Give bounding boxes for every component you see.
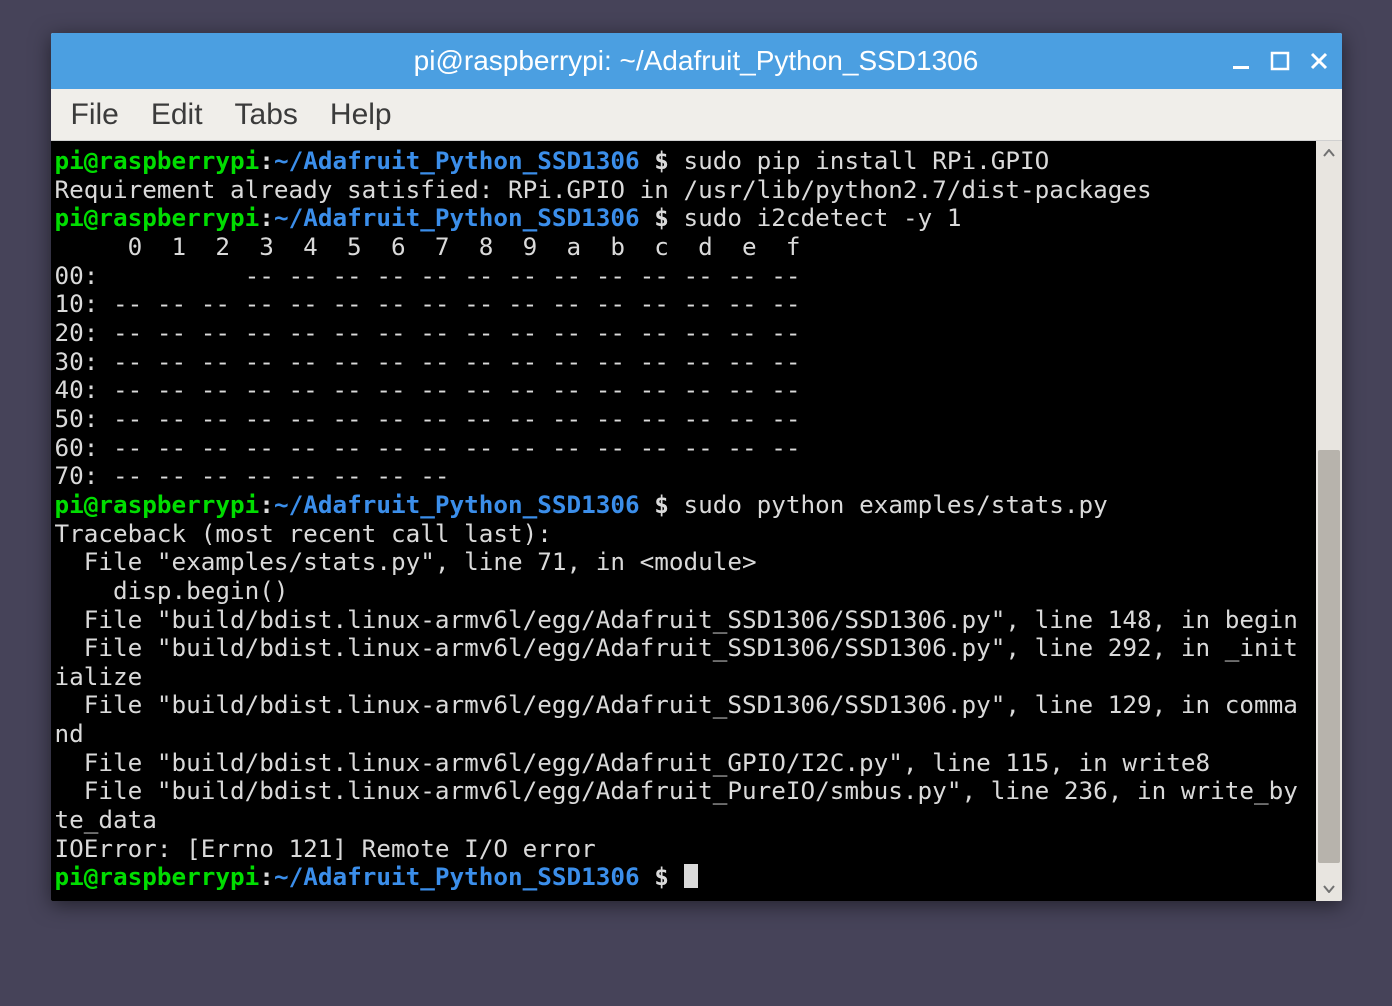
titlebar[interactable]: pi@raspberrypi: ~/Adafruit_Python_SSD130… [51, 33, 1342, 89]
command-1: sudo pip install RPi.GPIO [684, 146, 1050, 175]
traceback-line: Traceback (most recent call last): [55, 519, 552, 548]
prompt-dollar: $ [640, 490, 684, 519]
i2c-header: 0 1 2 3 4 5 6 7 8 9 a b c d e f [55, 232, 801, 261]
traceback-line: File "examples/stats.py", line 71, in <m… [55, 547, 757, 576]
menu-tabs[interactable]: Tabs [223, 94, 310, 136]
traceback-line: File "build/bdist.linux-armv6l/egg/Adafr… [55, 633, 1298, 691]
i2c-row: 60: -- -- -- -- -- -- -- -- -- -- -- -- … [55, 433, 816, 462]
prompt-user: pi@raspberrypi [55, 490, 260, 519]
prompt-dollar: $ [640, 203, 684, 232]
cursor [684, 864, 698, 888]
window-controls [1230, 33, 1330, 89]
maximize-icon[interactable] [1270, 51, 1290, 71]
prompt-colon: : [259, 490, 274, 519]
prompt-dollar: $ [640, 862, 684, 891]
prompt-path: ~/Adafruit_Python_SSD1306 [274, 146, 640, 175]
menu-edit[interactable]: Edit [139, 94, 215, 136]
traceback-line: IOError: [Errno 121] Remote I/O error [55, 834, 596, 863]
traceback-line: File "build/bdist.linux-armv6l/egg/Adafr… [55, 776, 1298, 834]
i2c-row: 50: -- -- -- -- -- -- -- -- -- -- -- -- … [55, 404, 816, 433]
traceback-line: File "build/bdist.linux-armv6l/egg/Adafr… [55, 690, 1298, 748]
prompt-dollar: $ [640, 146, 684, 175]
prompt-colon: : [259, 203, 274, 232]
prompt-path: ~/Adafruit_Python_SSD1306 [274, 490, 640, 519]
prompt-user: pi@raspberrypi [55, 203, 260, 232]
prompt-path: ~/Adafruit_Python_SSD1306 [274, 203, 640, 232]
prompt-user: pi@raspberrypi [55, 146, 260, 175]
terminal-wrapper: pi@raspberrypi:~/Adafruit_Python_SSD1306… [51, 141, 1342, 901]
scroll-down-icon[interactable] [1316, 877, 1342, 901]
prompt-colon: : [259, 862, 274, 891]
menu-help[interactable]: Help [318, 94, 404, 136]
scroll-up-icon[interactable] [1316, 141, 1342, 165]
i2c-row: 30: -- -- -- -- -- -- -- -- -- -- -- -- … [55, 347, 816, 376]
scroll-thumb[interactable] [1318, 450, 1340, 863]
window-title: pi@raspberrypi: ~/Adafruit_Python_SSD130… [414, 45, 979, 77]
traceback-line: File "build/bdist.linux-armv6l/egg/Adafr… [55, 605, 1298, 634]
output-line: Requirement already satisfied: RPi.GPIO … [55, 175, 1152, 204]
close-icon[interactable] [1308, 50, 1330, 72]
traceback-line: File "build/bdist.linux-armv6l/egg/Adafr… [55, 748, 1211, 777]
menubar: File Edit Tabs Help [51, 89, 1342, 141]
terminal-window: pi@raspberrypi: ~/Adafruit_Python_SSD130… [51, 33, 1342, 901]
command-3: sudo python examples/stats.py [684, 490, 1108, 519]
i2c-row: 00: -- -- -- -- -- -- -- -- -- -- -- -- … [55, 261, 816, 290]
traceback-line: disp.begin() [55, 576, 289, 605]
menu-file[interactable]: File [59, 94, 131, 136]
terminal[interactable]: pi@raspberrypi:~/Adafruit_Python_SSD1306… [51, 141, 1316, 901]
i2c-row: 20: -- -- -- -- -- -- -- -- -- -- -- -- … [55, 318, 816, 347]
prompt-colon: : [259, 146, 274, 175]
prompt-path: ~/Adafruit_Python_SSD1306 [274, 862, 640, 891]
scrollbar[interactable] [1316, 141, 1342, 901]
prompt-user: pi@raspberrypi [55, 862, 260, 891]
scroll-track[interactable] [1316, 165, 1342, 877]
command-2: sudo i2cdetect -y 1 [684, 203, 962, 232]
i2c-row: 10: -- -- -- -- -- -- -- -- -- -- -- -- … [55, 289, 816, 318]
minimize-icon[interactable] [1230, 50, 1252, 72]
i2c-row: 70: -- -- -- -- -- -- -- -- [55, 461, 816, 490]
i2c-row: 40: -- -- -- -- -- -- -- -- -- -- -- -- … [55, 375, 816, 404]
